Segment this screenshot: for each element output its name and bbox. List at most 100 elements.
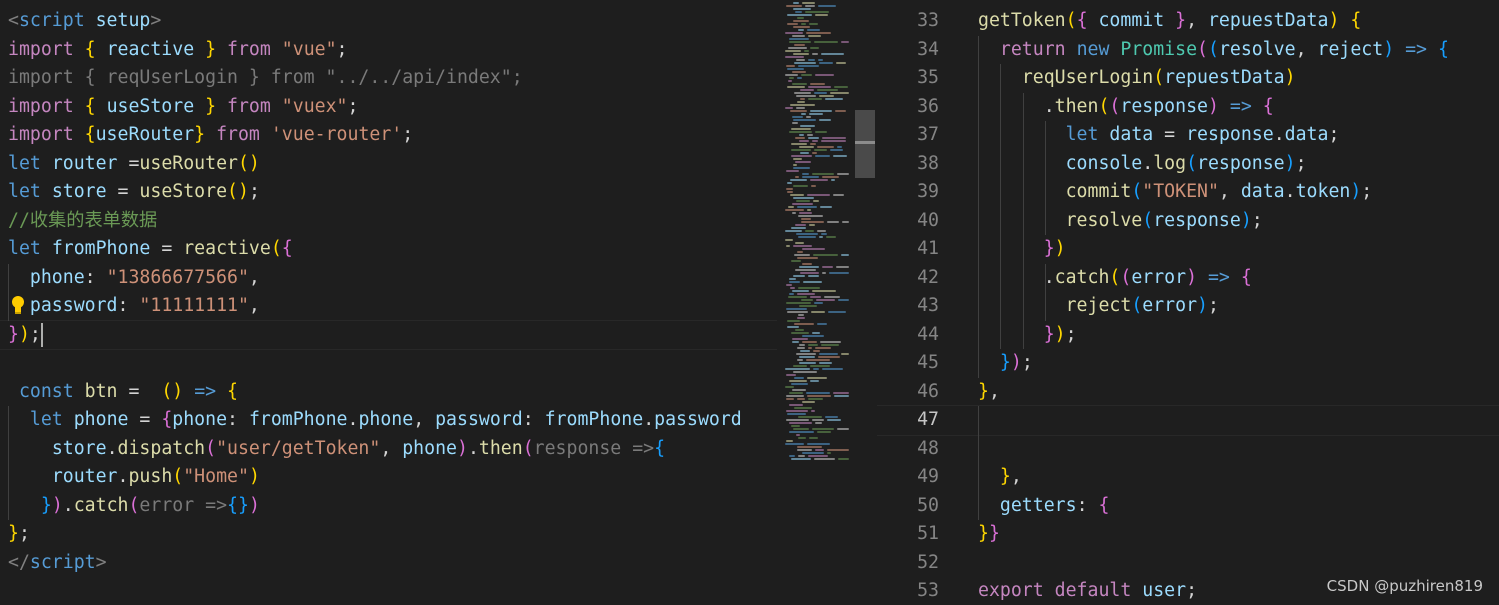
minimap-code-bar — [798, 287, 820, 289]
minimap-code-bar — [808, 137, 819, 139]
right-editor[interactable]: 33 getToken({ commit }, repuestData) {34 … — [877, 0, 1499, 605]
minimap-code-bar — [785, 50, 801, 52]
minimap-code-bar — [808, 59, 815, 61]
code-line[interactable]: 33 getToken({ commit }, repuestData) { — [877, 7, 1499, 36]
code-token: => — [1207, 266, 1230, 288]
minimap-code-bar — [808, 398, 823, 400]
minimap-code-bar — [827, 419, 841, 421]
code-token: } — [8, 323, 19, 345]
code-line[interactable]: }).catch(error =>{}) — [0, 492, 777, 521]
code-line[interactable]: 35 reqUserLogin(repuestData) — [877, 64, 1499, 93]
minimap-code-bar — [799, 134, 804, 136]
indent-guide — [1023, 92, 1024, 349]
code-token: resolve — [1218, 38, 1296, 60]
code-line[interactable]: const btn = () => { — [0, 378, 777, 407]
minimap-code-bar — [808, 35, 821, 37]
code-line[interactable]: 41 }) — [877, 235, 1499, 264]
minimap-code-bar — [824, 296, 840, 298]
code-line[interactable]: 49 }, — [877, 463, 1499, 492]
code-line[interactable]: 52 — [877, 549, 1499, 578]
minimap-code-bar — [834, 86, 848, 88]
minimap-code-bar — [788, 80, 792, 82]
code-line[interactable]: <script setup> — [0, 7, 777, 36]
code-line[interactable]: store.dispatch("user/getToken", phone).t… — [0, 435, 777, 464]
minimap-code-bar — [789, 380, 807, 382]
code-line[interactable]: 36 .then((response) => { — [877, 93, 1499, 122]
minimap-code-bar — [819, 62, 833, 64]
code-line[interactable]: phone: "13866677566", — [0, 264, 777, 293]
minimap[interactable] — [777, 0, 877, 605]
code-token: . — [62, 494, 74, 516]
scrollbar-slider[interactable] — [855, 110, 875, 178]
minimap-code-bar — [811, 410, 815, 412]
code-token: fromPhone — [544, 409, 644, 430]
minimap-code-bar — [793, 26, 810, 28]
left-editor[interactable]: <script setup> import { reactive } from "… — [0, 0, 777, 605]
code-line[interactable]: }; — [0, 520, 777, 549]
lightbulb-icon[interactable] — [10, 295, 26, 317]
code-token: let — [8, 152, 41, 174]
minimap-code-bar — [788, 47, 807, 49]
code-token: script — [18, 10, 85, 31]
minimap-code-bar — [793, 365, 807, 367]
code-line[interactable]: 42 .catch((error) => { — [877, 264, 1499, 293]
code-line[interactable]: let store = useStore(); — [0, 178, 777, 207]
code-line[interactable]: import {useRouter} from 'vue-router'; — [0, 121, 777, 150]
minimap-code-bar — [798, 455, 805, 457]
code-line[interactable]: </script> — [0, 549, 777, 578]
code-line[interactable]: //收集的表单数据 — [0, 207, 777, 236]
code-token: . — [1142, 152, 1154, 174]
code-line[interactable]: 46}, — [877, 378, 1499, 407]
code-line[interactable]: password: "11111111", — [0, 292, 777, 321]
code-line[interactable]: router.push("Home") — [0, 463, 777, 492]
code-token: repuestData — [1164, 67, 1285, 88]
minimap-code-bar — [821, 140, 846, 142]
code-line[interactable]: import { reqUserLogin } from "../../api/… — [0, 64, 777, 93]
code-line[interactable]: 47 — [877, 405, 1499, 436]
minimap-code-bar — [798, 314, 804, 316]
code-line[interactable]: 43 reject(error); — [877, 292, 1499, 321]
code-line[interactable]: 38 console.log(response); — [877, 150, 1499, 179]
code-line[interactable]: 50 getters: { — [877, 492, 1499, 521]
minimap-code-bar — [808, 347, 812, 349]
minimap-code-bar — [793, 428, 809, 430]
code-token: ) — [248, 494, 260, 516]
code-line[interactable]: let router =useRouter() — [0, 150, 777, 179]
code-line[interactable]: import { useStore } from "vuex"; — [0, 93, 777, 122]
code-line[interactable]: }); — [0, 319, 777, 350]
code-line[interactable]: 39 commit("TOKEN", data.token); — [877, 178, 1499, 207]
minimap-code-bar — [808, 86, 831, 88]
code-token: ; — [1251, 209, 1263, 231]
code-line[interactable]: 45 }); — [877, 349, 1499, 378]
minimap-code-bar — [801, 218, 811, 220]
left-code-area[interactable]: <script setup> import { reactive } from "… — [0, 7, 777, 577]
code-line[interactable]: import { reactive } from "vue"; — [0, 36, 777, 65]
code-line[interactable]: let fromPhone = reactive({ — [0, 235, 777, 264]
code-token: catch — [1054, 266, 1110, 288]
code-token: phone — [358, 409, 414, 430]
code-line[interactable]: let phone = {phone: fromPhone.phone, pas… — [0, 406, 777, 435]
code-line[interactable]: 40 resolve(response); — [877, 207, 1499, 236]
minimap-code-bar — [794, 44, 805, 46]
code-token: ( — [1153, 67, 1165, 88]
code-line[interactable] — [0, 349, 777, 378]
right-code-area[interactable]: 33 getToken({ commit }, repuestData) {34 … — [877, 7, 1499, 605]
line-number: 42 — [917, 266, 939, 288]
code-line[interactable]: 34 return new Promise((resolve, reject) … — [877, 36, 1499, 65]
minimap-code-bar — [791, 458, 811, 460]
code-line[interactable]: 51}} — [877, 520, 1499, 549]
code-token: phone — [73, 409, 129, 430]
code-token: } — [999, 352, 1011, 373]
code-line[interactable]: 44 }); — [877, 321, 1499, 350]
minimap-code-bar — [786, 419, 809, 421]
code-token: error — [1142, 295, 1198, 316]
code-line[interactable]: 48 — [877, 435, 1499, 464]
code-line[interactable]: 37 let data = response.data; — [877, 121, 1499, 150]
code-token: : — [522, 409, 545, 430]
